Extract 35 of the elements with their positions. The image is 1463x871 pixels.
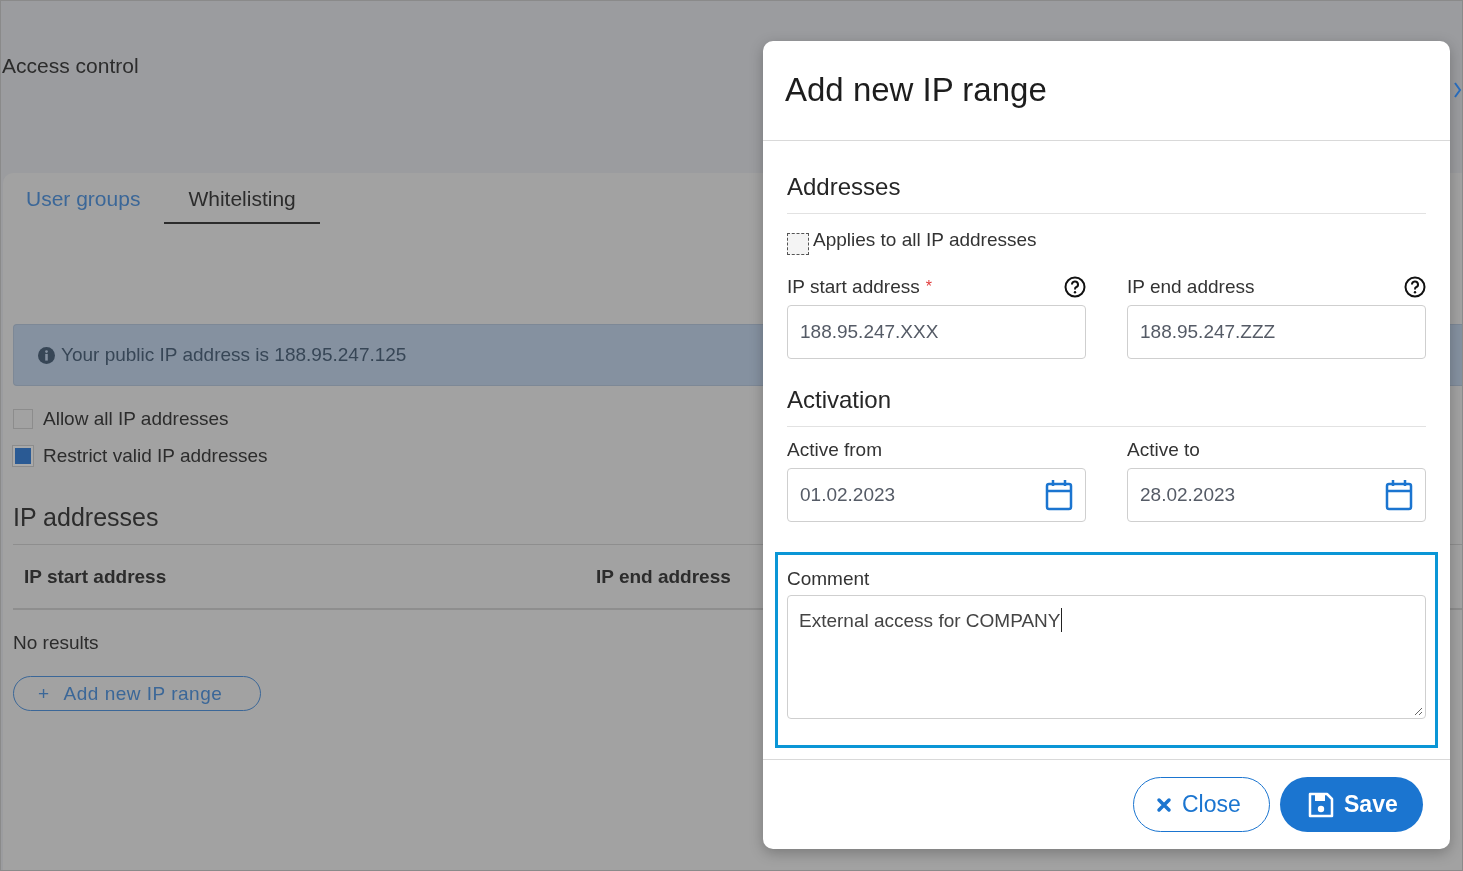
- column-header: IP end address: [596, 565, 731, 588]
- ip-address-field[interactable]: 188.95.247.ZZZ: [1127, 305, 1426, 359]
- checkbox-label: Allow all IP addresses: [43, 408, 229, 430]
- empty-message: No results: [13, 632, 99, 654]
- help-icon[interactable]: [1064, 276, 1086, 298]
- checkbox-label: Restrict valid IP addresses: [43, 445, 268, 467]
- tab[interactable]: Whitelisting: [164, 187, 320, 224]
- info-icon: [38, 346, 55, 364]
- field-label: Active to: [1127, 439, 1200, 461]
- save-button[interactable]: Save: [1280, 777, 1423, 832]
- calendar-icon[interactable]: [1385, 479, 1413, 511]
- info-text: Your public IP address is 188.95.247.125: [61, 344, 407, 366]
- field-label: IP start address: [787, 276, 920, 298]
- field-label: Comment: [787, 568, 870, 589]
- resize-handle-icon[interactable]: [1413, 706, 1423, 716]
- section-heading: Addresses: [787, 173, 901, 201]
- required-mark: *: [925, 278, 932, 296]
- close-button[interactable]: Close: [1133, 777, 1270, 832]
- help-icon[interactable]: [1404, 276, 1426, 298]
- section-heading: IP addresses: [13, 503, 159, 532]
- section-heading: Activation: [787, 386, 892, 414]
- dialog-title: Add new IP range: [785, 70, 1047, 109]
- field-label: IP end address: [1127, 276, 1255, 298]
- page-title: Access control: [2, 54, 139, 78]
- field-label: Active from: [787, 439, 883, 461]
- date-field[interactable]: 28.02.2023: [1127, 468, 1426, 522]
- checkbox[interactable]: [13, 446, 33, 466]
- checkbox-label: Applies to all IP addresses: [813, 229, 1037, 251]
- close-icon: [1156, 796, 1172, 813]
- date-field[interactable]: 01.02.2023: [787, 468, 1086, 522]
- ip-address-field[interactable]: 188.95.247.XXX: [787, 305, 1086, 359]
- calendar-icon[interactable]: [1045, 479, 1073, 511]
- column-header: IP start address: [24, 565, 168, 588]
- comment-field[interactable]: External access for COMPANY: [787, 595, 1426, 719]
- checkbox[interactable]: [787, 233, 809, 255]
